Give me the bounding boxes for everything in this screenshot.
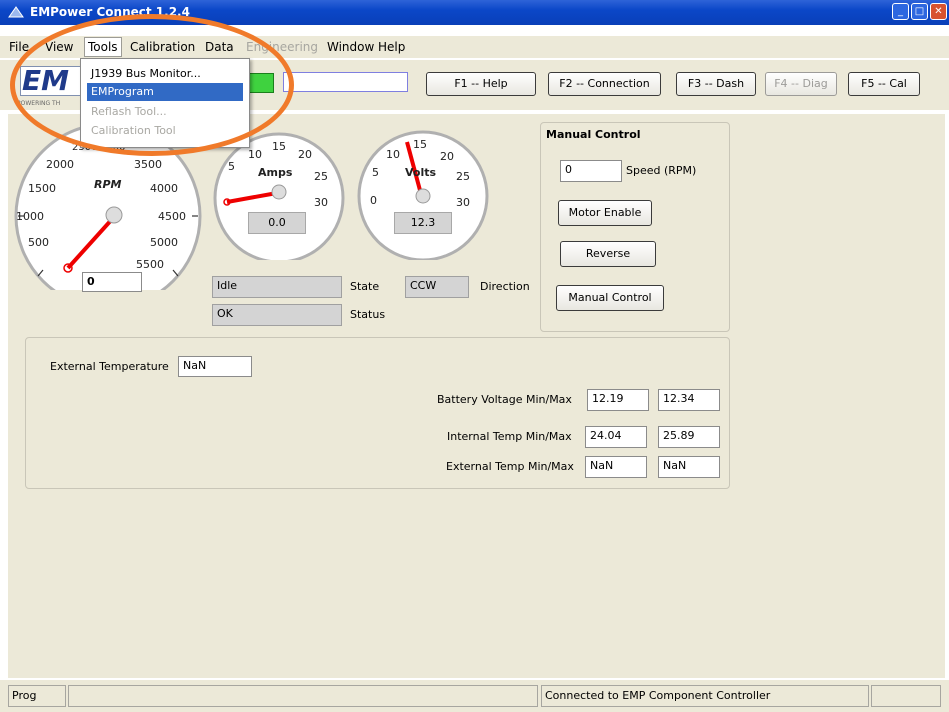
speed-input[interactable]: 0 — [560, 160, 622, 182]
minimize-button[interactable]: _ — [892, 3, 909, 20]
internal-temp-max: 25.89 — [658, 426, 720, 448]
external-temp-label: External Temperature — [50, 360, 169, 373]
status-label: Status — [350, 308, 386, 321]
internal-temp-min: 24.04 — [585, 426, 647, 448]
app-icon — [8, 6, 24, 18]
dash-button[interactable]: F3 -- Dash — [676, 72, 756, 96]
amps-tick-20: 20 — [298, 148, 312, 161]
status-message — [68, 685, 538, 707]
amps-tick-30: 30 — [314, 196, 328, 209]
diag-button[interactable]: F4 -- Diag — [765, 72, 837, 96]
volts-tick-20: 20 — [440, 150, 454, 163]
state-field: Idle — [212, 276, 342, 298]
battery-voltage-max: 12.34 — [658, 389, 720, 411]
status-connection: Connected to EMP Component Controller — [541, 685, 869, 707]
external-temp-minmax-label: External Temp Min/Max — [446, 460, 574, 473]
reverse-button[interactable]: Reverse — [560, 241, 656, 267]
cal-button[interactable]: F5 -- Cal — [848, 72, 920, 96]
rpm-tick-500: 500 — [28, 236, 49, 249]
help-button[interactable]: F1 -- Help — [426, 72, 536, 96]
rpm-tick-1000: 1000 — [16, 210, 44, 223]
volts-tick-15: 15 — [413, 138, 427, 151]
battery-voltage-label: Battery Voltage Min/Max — [437, 393, 572, 406]
rpm-tick-1500: 1500 — [28, 182, 56, 195]
direction-field: CCW — [405, 276, 469, 298]
amps-tick-5: 5 — [228, 160, 235, 173]
rpm-tick-3500: 3500 — [134, 158, 162, 171]
status-extra — [871, 685, 941, 707]
volts-tick-0: 0 — [370, 194, 377, 207]
maximize-button[interactable]: □ — [911, 3, 928, 20]
connection-button[interactable]: F2 -- Connection — [548, 72, 661, 96]
rpm-value: 0 — [82, 272, 142, 292]
volts-label: Volts — [405, 166, 437, 179]
speed-label: Speed (RPM) — [626, 164, 697, 177]
rpm-tick-4000: 4000 — [150, 182, 178, 195]
volts-tick-30: 30 — [456, 196, 470, 209]
menu-help[interactable]: Help — [378, 40, 405, 54]
volts-tick-5: 5 — [372, 166, 379, 179]
amps-value: 0.0 — [248, 212, 306, 234]
toolbar-field[interactable] — [283, 72, 408, 92]
external-temp-min: NaN — [585, 456, 647, 478]
internal-temp-label: Internal Temp Min/Max — [447, 430, 572, 443]
status-field: OK — [212, 304, 342, 326]
rpm-tick-5000: 5000 — [150, 236, 178, 249]
amps-tick-15: 15 — [272, 140, 286, 153]
rpm-tick-5500: 5500 — [136, 258, 164, 271]
external-temp-value: NaN — [178, 356, 252, 377]
external-temp-max: NaN — [658, 456, 720, 478]
status-mode: Prog — [8, 685, 66, 707]
battery-voltage-min: 12.19 — [587, 389, 649, 411]
volts-tick-10: 10 — [386, 148, 400, 161]
motor-enable-button[interactable]: Motor Enable — [558, 200, 652, 226]
manual-control-button[interactable]: Manual Control — [556, 285, 664, 311]
state-label: State — [350, 280, 380, 293]
rpm-tick-2000: 2000 — [46, 158, 74, 171]
highlight-circle — [10, 14, 294, 156]
menu-window[interactable]: Window — [327, 40, 374, 54]
volts-value: 12.3 — [394, 212, 452, 234]
direction-label: Direction — [480, 280, 530, 293]
amps-label: Amps — [258, 166, 293, 179]
rpm-tick-4500: 4500 — [158, 210, 186, 223]
amps-tick-10: 10 — [248, 148, 262, 161]
close-button[interactable]: ✕ — [930, 3, 947, 20]
rpm-label: RPM — [94, 178, 122, 191]
manual-control-title: Manual Control — [546, 128, 641, 141]
amps-tick-25: 25 — [314, 170, 328, 183]
volts-tick-25: 25 — [456, 170, 470, 183]
